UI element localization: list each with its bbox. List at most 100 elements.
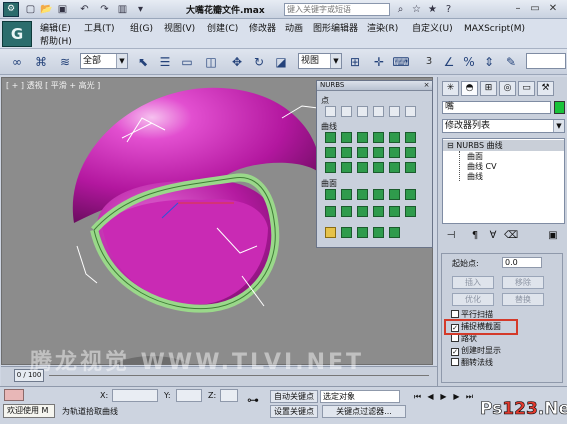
maxscript-listener[interactable]: 欢迎使用 M — [3, 404, 55, 418]
maximize-icon[interactable]: ▭ — [527, 2, 543, 16]
create-tab-icon[interactable]: ✳ — [442, 81, 459, 96]
menu-maxscript[interactable]: MAXScript(M) — [464, 23, 525, 35]
rotate-icon[interactable]: ↻ — [250, 53, 268, 71]
insert-button[interactable]: 插入 — [452, 276, 494, 289]
utilities-tab-icon[interactable]: ⚒ — [537, 81, 554, 96]
angle-snap-icon[interactable]: ∠ — [440, 53, 458, 71]
selection-filter-select[interactable]: 全部 ▼ — [80, 53, 128, 69]
menu-modifiers[interactable]: 修改器 — [249, 23, 276, 35]
previous-frame-icon[interactable]: ◀ — [425, 391, 436, 402]
nurbs-surface-btn[interactable] — [341, 189, 352, 200]
menu-graph-editors[interactable]: 图形编辑器 — [313, 23, 358, 35]
new-file-icon[interactable]: ▢ — [24, 3, 37, 16]
nurbs-point-btn[interactable] — [405, 106, 416, 117]
modifier-list-select[interactable]: 修改器列表 ▼ — [442, 119, 565, 133]
key-mode-icon[interactable]: ⊶ — [242, 393, 264, 409]
nurbs-curve-btn[interactable] — [325, 132, 336, 143]
viewport-label[interactable]: [ + ] 透视 [ 平滑 + 高光 ] — [6, 80, 100, 91]
nurbs-surface-btn[interactable] — [341, 206, 352, 217]
communication-icon[interactable]: ☆ — [410, 3, 423, 16]
display-tab-icon[interactable]: ▭ — [518, 81, 535, 96]
nurbs-title[interactable]: NURBS — [317, 81, 432, 91]
nurbs-surface-btn[interactable] — [405, 206, 416, 217]
save-icon[interactable]: ▣ — [56, 3, 69, 16]
nurbs-curve-btn[interactable] — [405, 162, 416, 173]
display-while-creating-checkbox[interactable]: ✓ 创建时显示 — [451, 346, 501, 356]
nurbs-point-btn[interactable] — [357, 106, 368, 117]
percent-snap-icon[interactable]: % — [460, 53, 478, 71]
undo-icon[interactable]: ↶ — [78, 3, 91, 16]
menu-edit[interactable]: 编辑(E) — [40, 23, 71, 35]
nurbs-point-btn[interactable] — [389, 106, 400, 117]
stack-sub-item[interactable]: 曲面 — [467, 152, 483, 162]
modifier-stack[interactable]: ⊟ NURBS 曲线 曲面 曲线 CV 曲线 — [442, 138, 565, 224]
nurbs-curve-btn[interactable] — [357, 162, 368, 173]
nurbs-curve-btn[interactable] — [373, 147, 384, 158]
pin-stack-icon[interactable]: ⊣ — [444, 229, 458, 243]
reference-coordinate-select[interactable]: 视图 ▼ — [298, 53, 342, 69]
nurbs-surface-btn[interactable] — [357, 206, 368, 217]
nurbs-curve-btn[interactable] — [325, 162, 336, 173]
key-filter-select[interactable]: 选定对象 — [320, 390, 400, 403]
optimize-button[interactable]: 优化 — [452, 293, 494, 306]
nurbs-surface-btn[interactable] — [357, 227, 368, 238]
nurbs-surface-btn[interactable] — [373, 206, 384, 217]
select-object-icon[interactable]: ⬉ — [134, 53, 152, 71]
nurbs-curve-btn[interactable] — [405, 147, 416, 158]
rectangular-selection-icon[interactable]: ▭ — [178, 53, 196, 71]
nurbs-surface-btn[interactable] — [373, 189, 384, 200]
key-filters-button[interactable]: 关键点过滤器... — [322, 405, 406, 418]
nurbs-curve-btn[interactable] — [389, 147, 400, 158]
menu-create[interactable]: 创建(C) — [207, 23, 238, 35]
nurbs-curve-btn[interactable] — [389, 162, 400, 173]
motion-tab-icon[interactable]: ◎ — [499, 81, 516, 96]
window-crossing-icon[interactable]: ◫ — [202, 53, 220, 71]
menu-group[interactable]: 组(G) — [130, 23, 153, 35]
nurbs-surface-btn[interactable] — [357, 189, 368, 200]
menu-animation[interactable]: 动画 — [285, 23, 303, 35]
nurbs-point-btn[interactable] — [341, 106, 352, 117]
nurbs-surface-btn[interactable] — [405, 189, 416, 200]
app-logo-icon[interactable]: ⚙ — [3, 2, 19, 17]
nurbs-surface-btn[interactable] — [341, 227, 352, 238]
flip-normals-checkbox[interactable]: 翻转法线 — [451, 358, 493, 368]
set-key-button[interactable]: 设置关键点 — [270, 405, 318, 418]
move-icon[interactable]: ✥ — [228, 53, 246, 71]
pivot-center-icon[interactable]: ⊞ — [346, 53, 364, 71]
y-coordinate-field[interactable] — [176, 389, 202, 402]
object-color-swatch[interactable] — [554, 101, 565, 114]
nurbs-curve-btn[interactable] — [357, 132, 368, 143]
nurbs-curve-btn[interactable] — [405, 132, 416, 143]
favorites-icon[interactable]: ★ — [426, 3, 439, 16]
nurbs-surface-btn[interactable] — [325, 227, 336, 238]
application-menu-icon[interactable]: G — [2, 21, 32, 47]
nurbs-curve-btn[interactable] — [389, 132, 400, 143]
spinner-snap-icon[interactable]: ⇕ — [480, 53, 498, 71]
menu-view[interactable]: 视图(V) — [164, 23, 195, 35]
close-icon[interactable]: ✕ — [545, 2, 561, 16]
nurbs-surface-btn[interactable] — [389, 227, 400, 238]
make-unique-icon[interactable]: ∀ — [486, 229, 500, 243]
snap-toggle-icon[interactable]: 3 — [420, 53, 438, 71]
auto-key-button[interactable]: 自动关键点 — [270, 390, 318, 403]
project-icon[interactable]: ▥ — [116, 3, 129, 16]
nurbs-curve-btn[interactable] — [373, 162, 384, 173]
nurbs-point-btn[interactable] — [325, 106, 336, 117]
select-by-name-icon[interactable]: ☰ — [156, 53, 174, 71]
close-icon[interactable]: × — [422, 81, 431, 90]
stack-root-item[interactable]: ⊟ NURBS 曲线 — [443, 140, 564, 151]
keyboard-shortcut-icon[interactable]: ⌨ — [392, 53, 410, 71]
nurbs-curve-btn[interactable] — [357, 147, 368, 158]
next-frame-icon[interactable]: ▶ — [451, 391, 462, 402]
object-name-field[interactable]: 嘴 — [442, 101, 551, 114]
help-icon[interactable]: ? — [442, 3, 455, 16]
menu-tools[interactable]: 工具(T) — [84, 23, 115, 35]
search-icon[interactable]: ⌕ — [394, 3, 407, 16]
bind-space-warp-icon[interactable]: ≋ — [56, 53, 74, 71]
replace-button[interactable]: 替换 — [502, 293, 544, 306]
selection-lock-swatch[interactable] — [4, 389, 24, 401]
stack-sub-item[interactable]: 曲线 CV — [467, 162, 497, 172]
go-to-start-icon[interactable]: ⏮ — [412, 391, 423, 402]
remove-button[interactable]: 移除 — [502, 276, 544, 289]
configure-sets-icon[interactable]: ▣ — [546, 229, 560, 243]
